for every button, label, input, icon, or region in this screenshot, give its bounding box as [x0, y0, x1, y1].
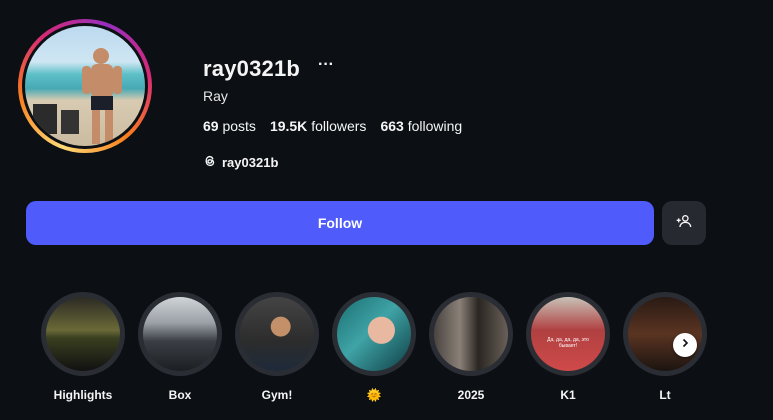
highlights-next-button[interactable]	[673, 333, 697, 357]
profile-full-name: Ray	[203, 88, 228, 104]
profile-avatar[interactable]	[18, 19, 152, 153]
highlight-label: Gym!	[261, 388, 293, 402]
highlight-item[interactable]: Да, да, да, да, это бывает! K1	[525, 292, 611, 402]
highlight-item[interactable]: Gym!	[234, 292, 320, 402]
follow-button[interactable]: Follow	[26, 201, 654, 245]
highlight-label: Box	[168, 388, 192, 402]
highlight-cover	[434, 297, 508, 371]
threads-handle: ray0321b	[222, 155, 279, 170]
following-stat[interactable]: 663 following	[380, 118, 462, 134]
chevron-right-icon	[679, 336, 691, 354]
highlight-label: 🌞	[366, 388, 382, 402]
suggest-users-button[interactable]	[662, 201, 706, 245]
highlight-cover	[337, 297, 411, 371]
highlight-label: Lt	[659, 388, 671, 402]
highlight-item[interactable]: Box	[137, 292, 223, 402]
highlight-item[interactable]: Highlights	[40, 292, 126, 402]
highlight-cover: Да, да, да, да, это бывает!	[531, 297, 605, 371]
highlight-cover	[46, 297, 120, 371]
highlight-label: Highlights	[53, 388, 113, 402]
highlight-label: K1	[560, 388, 576, 402]
avatar-image	[25, 26, 145, 146]
highlight-item[interactable]: 🌞	[331, 292, 417, 402]
threads-link[interactable]: ray0321b	[203, 154, 278, 171]
threads-icon	[203, 154, 217, 171]
more-options-icon[interactable]: ···	[318, 56, 334, 74]
highlight-cover	[240, 297, 314, 371]
profile-stats: 69 posts 19.5K followers 663 following	[203, 118, 462, 134]
highlight-label: 2025	[457, 388, 485, 402]
highlight-item[interactable]: 2025	[428, 292, 514, 402]
profile-username: ray0321b	[203, 56, 301, 81]
highlight-cover-caption: Да, да, да, да, это бывает!	[547, 337, 589, 349]
add-user-icon	[676, 213, 692, 234]
posts-stat[interactable]: 69 posts	[203, 118, 256, 134]
highlight-cover	[143, 297, 217, 371]
followers-stat[interactable]: 19.5K followers	[270, 118, 367, 134]
